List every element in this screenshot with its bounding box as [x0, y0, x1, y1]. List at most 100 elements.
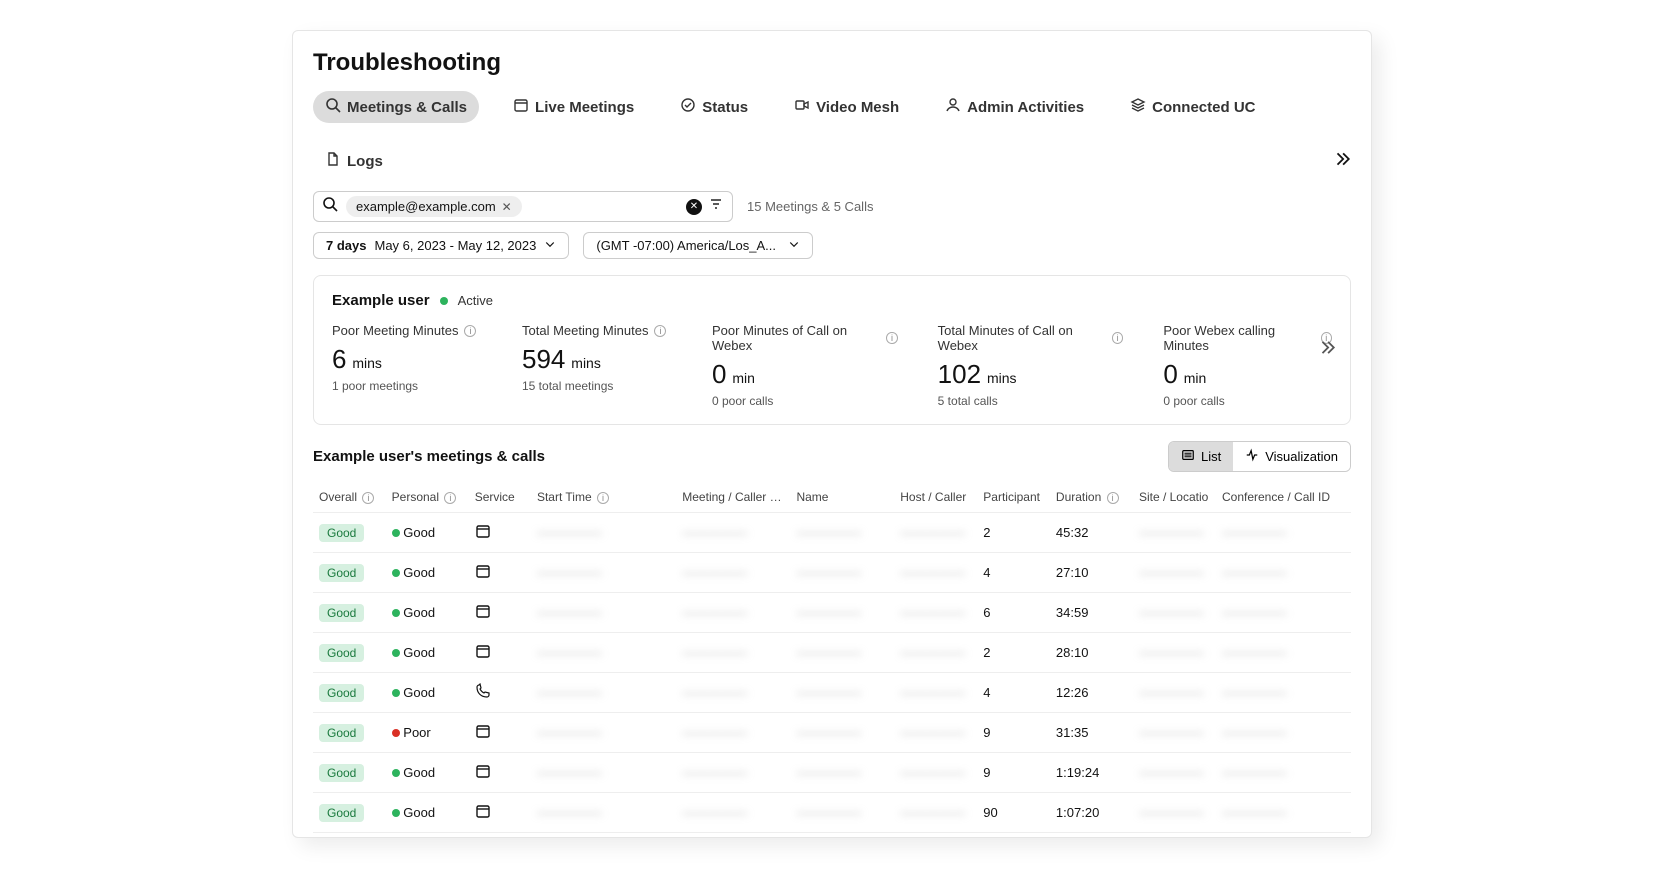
chevron-down-icon — [788, 238, 800, 253]
column-header[interactable]: Name — [790, 482, 894, 513]
personal-status: Good — [403, 565, 435, 580]
column-header[interactable]: Meeting / Caller num — [676, 482, 790, 513]
tab-live-meetings[interactable]: Live Meetings — [501, 91, 646, 123]
table-row[interactable]: Good Good ————— ————— ————— ————— 90 1:0… — [313, 793, 1351, 833]
host-caller: ————— — [900, 645, 965, 660]
column-header[interactable]: Overall i — [313, 482, 386, 513]
user-status: Active — [458, 293, 493, 308]
host-caller: ————— — [900, 685, 965, 700]
conference-id: ————— — [1222, 765, 1287, 780]
personal-status: Good — [403, 805, 435, 820]
info-icon[interactable]: i — [1107, 492, 1119, 504]
conference-id: ————— — [1222, 645, 1287, 660]
tab-admin-activities[interactable]: Admin Activities — [933, 91, 1096, 123]
info-icon[interactable]: i — [1112, 332, 1123, 344]
table-row[interactable]: Good Good ————— ————— ————— ————— 2 45:3… — [313, 513, 1351, 553]
table-row[interactable]: Good Good ————— ————— ————— ————— 2 28:1… — [313, 633, 1351, 673]
start-time: ————— — [537, 605, 602, 620]
overall-badge: Good — [319, 804, 364, 822]
conference-id: ————— — [1222, 725, 1287, 740]
participants: 4 — [977, 553, 1050, 593]
tabs-overflow[interactable] — [1333, 150, 1351, 173]
personal-dot-icon — [392, 649, 400, 657]
overall-badge: Good — [319, 684, 364, 702]
info-icon[interactable]: i — [444, 492, 456, 504]
metric-label: Poor Minutes of Call on Webex i — [712, 323, 898, 353]
meeting-name: ————— — [796, 645, 861, 660]
metrics-scroll-right[interactable] — [1318, 339, 1336, 362]
search-icon — [325, 97, 341, 117]
tab-label: Logs — [347, 153, 383, 170]
column-header[interactable]: Service — [469, 482, 531, 513]
column-header[interactable]: Personal i — [386, 482, 469, 513]
column-header[interactable]: Duration i — [1050, 482, 1133, 513]
personal-dot-icon — [392, 569, 400, 577]
meeting-name: ————— — [796, 725, 861, 740]
start-time: ————— — [537, 765, 602, 780]
table-row[interactable]: Good Poor ————— ————— ————— ————— 9 31:3… — [313, 713, 1351, 753]
site-location: ————— — [1139, 565, 1204, 580]
metric-value: 6 — [332, 344, 346, 374]
start-time: ————— — [537, 525, 602, 540]
tab-label: Video Mesh — [816, 99, 899, 116]
column-header[interactable]: Conference / Call ID — [1216, 482, 1351, 513]
page-title: Troubleshooting — [293, 31, 1371, 91]
meeting-number: ————— — [682, 645, 747, 660]
site-location: ————— — [1139, 725, 1204, 740]
filter-icon[interactable] — [708, 196, 724, 217]
duration: 27:10 — [1050, 553, 1133, 593]
activity-icon — [1245, 448, 1259, 465]
metric-value: 0 — [712, 359, 726, 389]
duration: 12:26 — [1050, 673, 1133, 713]
metric-unit: min — [728, 370, 754, 386]
search-input[interactable]: example@example.com ✕ ✕ — [313, 191, 733, 222]
clear-search-icon[interactable]: ✕ — [686, 199, 702, 215]
column-header[interactable]: Site / Locatio — [1133, 482, 1216, 513]
info-icon[interactable]: i — [597, 492, 609, 504]
table-row[interactable]: Good Good ————— ————— ————— ————— 6 34:5… — [313, 593, 1351, 633]
tab-video-mesh[interactable]: Video Mesh — [782, 91, 911, 123]
column-header[interactable]: Host / Caller — [894, 482, 977, 513]
list-view-button[interactable]: List — [1169, 442, 1233, 471]
participants: 2 — [977, 513, 1050, 553]
duration: 45:32 — [1050, 513, 1133, 553]
tab-logs[interactable]: Logs — [313, 145, 395, 177]
timezone-picker[interactable]: (GMT -07:00) America/Los_A... — [583, 232, 813, 259]
date-range-picker[interactable]: 7 days May 6, 2023 - May 12, 2023 — [313, 232, 569, 259]
info-icon[interactable]: i — [886, 332, 897, 344]
metric-label: Poor Webex calling Minutes i — [1163, 323, 1332, 353]
tab-status[interactable]: Status — [668, 91, 760, 123]
search-chip: example@example.com ✕ — [346, 196, 522, 217]
personal-status: Good — [403, 525, 435, 540]
metric-value: 102 — [938, 359, 981, 389]
site-location: ————— — [1139, 645, 1204, 660]
metric-card: Poor Meeting Minutes i 6 mins 1 poor mee… — [332, 323, 482, 408]
participants: 6 — [977, 593, 1050, 633]
tab-meetings-calls[interactable]: Meetings & Calls — [313, 91, 479, 123]
calendar-icon — [475, 807, 491, 822]
info-icon[interactable]: i — [654, 325, 666, 337]
chevron-down-icon — [544, 238, 556, 253]
start-time: ————— — [537, 685, 602, 700]
column-header[interactable]: Participant — [977, 482, 1050, 513]
list-icon — [1181, 448, 1195, 465]
personal-status: Poor — [403, 725, 430, 740]
chip-remove-icon[interactable]: ✕ — [502, 200, 512, 214]
info-icon[interactable]: i — [464, 325, 476, 337]
personal-dot-icon — [392, 529, 400, 537]
list-view-label: List — [1201, 449, 1221, 464]
table-row[interactable]: Good Good ————— ————— ————— ————— 4 27:1… — [313, 553, 1351, 593]
site-location: ————— — [1139, 525, 1204, 540]
participants: 9 — [977, 713, 1050, 753]
column-header[interactable]: Start Time i — [531, 482, 676, 513]
meeting-name: ————— — [796, 565, 861, 580]
stack-icon — [1130, 97, 1146, 117]
duration: 28:10 — [1050, 633, 1133, 673]
table-row[interactable]: Good Good ————— ————— ————— ————— 9 1:19… — [313, 753, 1351, 793]
meeting-name: ————— — [796, 605, 861, 620]
visualization-view-button[interactable]: Visualization — [1233, 442, 1350, 471]
calendar-icon — [513, 97, 529, 117]
info-icon[interactable]: i — [362, 492, 374, 504]
tab-connected-uc[interactable]: Connected UC — [1118, 91, 1267, 123]
table-row[interactable]: Good Good ————— ————— ————— ————— 4 12:2… — [313, 673, 1351, 713]
